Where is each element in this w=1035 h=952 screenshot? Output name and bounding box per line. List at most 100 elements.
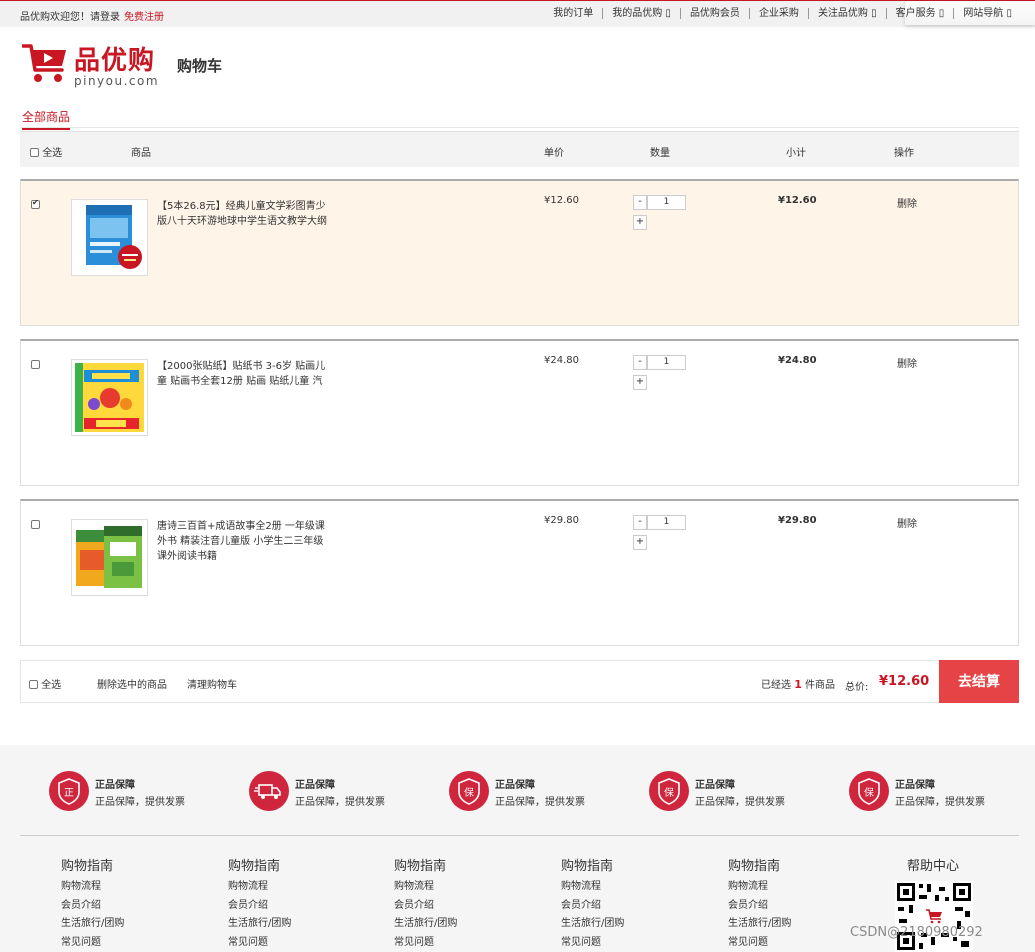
svg-text:保: 保 — [864, 786, 874, 799]
product-image[interactable] — [71, 199, 148, 276]
select-all-checkbox[interactable] — [29, 680, 38, 689]
checkout-button[interactable]: 去结算 — [939, 660, 1019, 703]
quantity-input[interactable]: 1 — [647, 515, 686, 530]
clear-cart-link[interactable]: 清理购物车 — [187, 676, 237, 691]
delete-link[interactable]: 删除 — [897, 515, 917, 530]
item-subtotal: ¥12.60 — [778, 195, 817, 206]
increase-button[interactable]: + — [633, 375, 647, 390]
promise-title: 正品保障 — [495, 780, 535, 791]
nav-membership[interactable]: 品优购会员 — [679, 8, 749, 19]
nav-my-orders[interactable]: 我的订单 — [544, 8, 602, 19]
nav-customer-service[interactable]: 客户服务 ▯ — [885, 8, 954, 19]
decrease-button[interactable]: - — [633, 195, 647, 210]
product-image[interactable] — [71, 519, 148, 596]
footer-link[interactable]: 生活旅行/团购 — [228, 915, 348, 934]
site-logo[interactable]: 品优购 pinyou.com — [22, 40, 172, 90]
item-checkbox[interactable] — [31, 360, 40, 369]
header-subtotal: 小计 — [786, 148, 806, 159]
footer-link[interactable]: 购物流程 — [228, 878, 348, 897]
footer-link[interactable]: 生活旅行/团购 — [728, 915, 848, 934]
welcome-login-link[interactable]: 品优购欢迎您！请登录 — [20, 12, 120, 23]
svg-text:正: 正 — [64, 788, 74, 799]
footer-link[interactable]: 购物流程 — [561, 878, 681, 897]
service-promise: 保 正品保障 正品保障，提供发票 — [449, 771, 619, 813]
footer-column-title: 购物指南 — [561, 859, 614, 874]
footer-divider — [20, 835, 1019, 836]
footer-link[interactable]: 会员介绍 — [228, 897, 348, 916]
nav-site-navigation[interactable]: 网站导航 ▯ — [953, 8, 1021, 19]
promise-title: 正品保障 — [295, 780, 335, 791]
delete-link[interactable]: 删除 — [897, 195, 917, 210]
genuine-icon: 正 — [49, 771, 89, 811]
quantity-input[interactable]: 1 — [647, 195, 686, 210]
register-link[interactable]: 免费注册 — [124, 12, 164, 23]
footer-link[interactable]: 购物流程 — [728, 878, 848, 897]
decrease-button[interactable]: - — [633, 355, 647, 370]
product-image[interactable] — [71, 359, 148, 436]
footer-column-title: 购物指南 — [61, 859, 114, 874]
increase-button[interactable]: + — [633, 535, 647, 550]
nav-my-pinyougou[interactable]: 我的品优购 ▯ — [602, 8, 680, 19]
footer-link[interactable]: 常见问题 — [728, 934, 848, 952]
delete-selected-link[interactable]: 删除选中的商品 — [97, 676, 167, 691]
total-price: ¥12.60 — [879, 674, 930, 689]
footer-column-title: 购物指南 — [228, 859, 281, 874]
footer-link[interactable]: 生活旅行/团购 — [561, 915, 681, 934]
unit-price: ¥29.80 — [544, 515, 579, 526]
guarantee-shield-icon: 保 — [849, 771, 889, 811]
footer-link[interactable]: 会员介绍 — [728, 897, 848, 916]
nav-follow[interactable]: 关注品优购 ▯ — [807, 8, 886, 19]
quantity-stepper: - 1 + — [633, 515, 703, 551]
header-action: 操作 — [894, 148, 914, 159]
quantity-stepper: - 1 + — [633, 195, 703, 231]
select-all-checkbox[interactable] — [30, 148, 39, 157]
nav-enterprise-purchase[interactable]: 企业采购 — [748, 8, 808, 19]
item-checkbox[interactable] — [31, 520, 40, 529]
unit-price: ¥12.60 — [544, 195, 579, 206]
footer-link[interactable]: 购物流程 — [61, 878, 181, 897]
product-name[interactable]: 【2000张贴纸】贴纸书 3-6岁 贴画儿童 贴画书全套12册 贴画 贴纸儿童 … — [157, 359, 329, 389]
top-bar: 品优购欢迎您！请登录 免费注册 我的订单 我的品优购 ▯ 品优购会员 企业采购 关… — [0, 0, 1035, 27]
footer-link[interactable]: 常见问题 — [394, 934, 514, 952]
footer-link[interactable]: 会员介绍 — [394, 897, 514, 916]
header-unit-price: 单价 — [544, 148, 564, 159]
service-promise: 保 正品保障 正品保障，提供发票 — [649, 771, 819, 813]
service-promise: 正 正品保障 正品保障，提供发票 — [49, 771, 219, 813]
decrease-button[interactable]: - — [633, 515, 647, 530]
header-product: 商品 — [131, 148, 151, 159]
promise-title: 正品保障 — [695, 780, 735, 791]
footer-link[interactable]: 购物流程 — [394, 878, 514, 897]
header-select-all[interactable]: 全选 — [30, 144, 62, 159]
product-name[interactable]: 唐诗三百首+成语故事全2册 一年级课外书 精装注音儿童版 小学生二三年级课外阅读… — [157, 519, 329, 564]
quantity-stepper: - 1 + — [633, 355, 703, 391]
svg-text:保: 保 — [464, 786, 474, 799]
tab-divider — [20, 127, 1019, 128]
selected-count: 1 — [794, 678, 802, 691]
help-center-title: 帮助中心 — [907, 859, 960, 874]
selected-prefix: 已经选 — [761, 680, 791, 691]
shopping-cart-icon — [22, 44, 66, 82]
select-all-label: 全选 — [41, 680, 62, 691]
item-checkbox[interactable] — [31, 198, 40, 209]
delivery-truck-icon — [249, 771, 289, 811]
guarantee-shield-icon: 保 — [449, 771, 489, 811]
footer-link[interactable]: 会员介绍 — [561, 897, 681, 916]
increase-button[interactable]: + — [633, 215, 647, 230]
cart-item-row: 唐诗三百首+成语故事全2册 一年级课外书 精装注音儿童版 小学生二三年级课外阅读… — [20, 499, 1019, 646]
quantity-input[interactable]: 1 — [647, 355, 686, 370]
svg-text:保: 保 — [664, 786, 674, 799]
footer-link[interactable]: 常见问题 — [561, 934, 681, 952]
guarantee-shield-icon: 保 — [649, 771, 689, 811]
page-title: 购物车 — [177, 57, 223, 75]
footer-link[interactable]: 会员介绍 — [61, 897, 181, 916]
footer-column-title: 购物指南 — [728, 859, 781, 874]
footer-link[interactable]: 生活旅行/团购 — [61, 915, 181, 934]
header-quantity: 数量 — [650, 148, 670, 159]
footer-link[interactable]: 常见问题 — [228, 934, 348, 952]
welcome-area: 品优购欢迎您！请登录 免费注册 — [20, 8, 164, 23]
product-name[interactable]: 【5本26.8元】经典儿童文学彩图青少版八十天环游地球中学生语文教学大纲 — [157, 199, 329, 229]
delete-link[interactable]: 删除 — [897, 355, 917, 370]
footer-select-all[interactable]: 全选 — [29, 676, 61, 691]
footer-link[interactable]: 生活旅行/团购 — [394, 915, 514, 934]
footer-link[interactable]: 常见问题 — [61, 934, 181, 952]
